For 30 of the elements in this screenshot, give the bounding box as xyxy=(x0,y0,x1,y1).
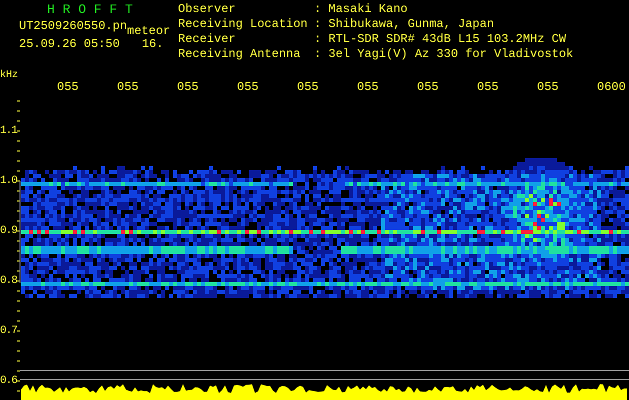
frequency-tick-label: 0.6 xyxy=(0,375,16,387)
info-label: Observer xyxy=(178,2,237,17)
info-label: Receiver xyxy=(178,32,237,47)
time-label: 055 xyxy=(177,80,200,94)
time-label: 055 xyxy=(477,80,500,94)
time-label: 055 xyxy=(357,80,380,94)
time-label: 055 xyxy=(117,80,140,94)
frequency-tick-label: 0.8 xyxy=(0,275,16,287)
time-label: 055 xyxy=(537,80,560,94)
info-value: : Shibukawa, Gunma, Japan xyxy=(314,17,496,32)
frequency-tick-label: 0.9 xyxy=(0,225,16,237)
info-label: Receiving Antenna xyxy=(178,47,302,62)
file-type: meteor xyxy=(127,24,170,39)
time-label: 055 xyxy=(297,80,320,94)
info-label: Receiving Location xyxy=(178,17,309,32)
frequency-tick-label: 1.1 xyxy=(0,125,16,137)
date-time: 25.09.26 05:50 xyxy=(19,37,120,52)
info-value: : RTL-SDR SDR# 43dB L15 103.2MHz CW xyxy=(314,32,568,47)
time-label: 055 xyxy=(417,80,440,94)
time-label: 0600 xyxy=(597,80,627,94)
time-label: 055 xyxy=(237,80,260,94)
info-value: : Masaki Kano xyxy=(314,2,409,17)
time-label: 055 xyxy=(57,80,80,94)
info-value: : 3el Yagi(V) Az 330 for Vladivostok xyxy=(314,47,574,62)
frequency-tick-label: 0.7 xyxy=(0,325,16,337)
app-title: H R O F F T xyxy=(46,2,134,18)
file-name: UT2509260550.pn xyxy=(19,19,128,34)
axis-unit: kHz xyxy=(0,70,18,81)
frequency-tick-label: 1.0 xyxy=(0,175,16,187)
count-text: 16. xyxy=(142,37,164,52)
